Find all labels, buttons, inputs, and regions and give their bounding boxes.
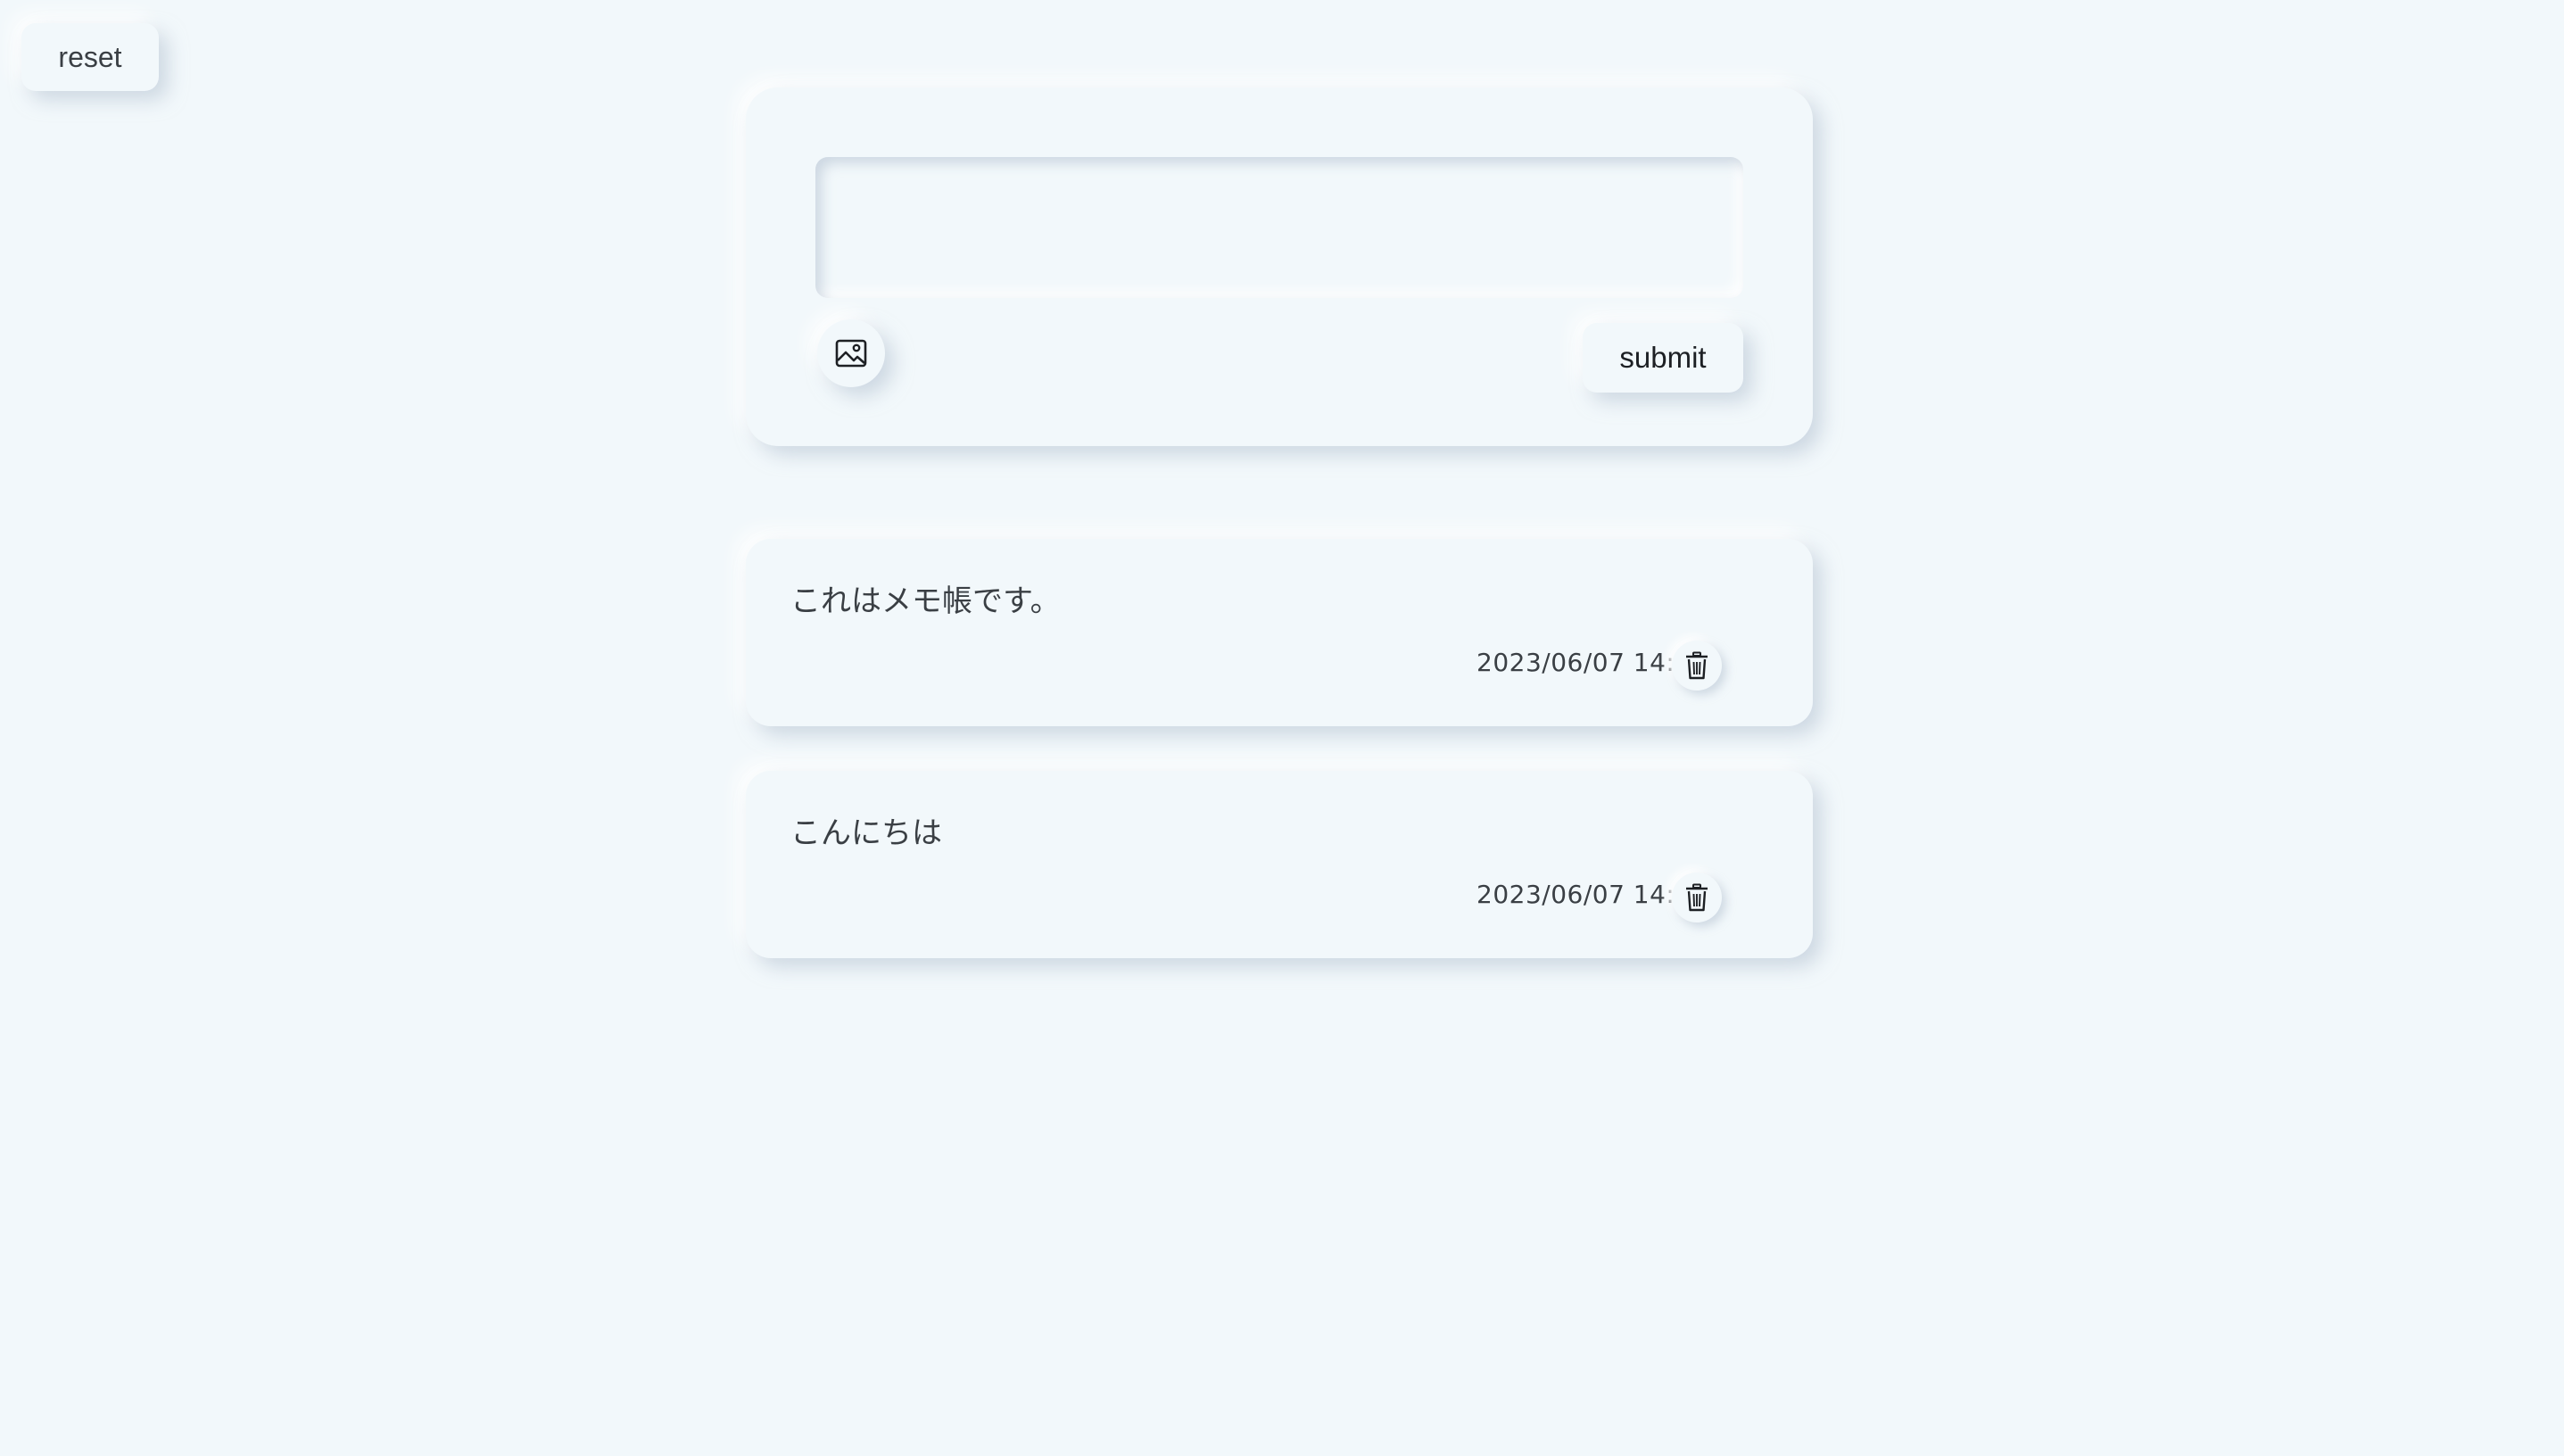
memo-card: これはメモ帳です。 2023/06/07 14:09: [746, 539, 1813, 726]
memo-text: これはメモ帳です。: [790, 583, 1061, 619]
delete-memo-button[interactable]: [1672, 873, 1722, 922]
memo-input[interactable]: [815, 157, 1743, 298]
memo-composer: submit: [746, 87, 1813, 446]
memo-text: こんにちは: [790, 815, 942, 851]
image-icon: [835, 338, 867, 368]
add-image-button[interactable]: [817, 319, 885, 387]
reset-button[interactable]: reset: [21, 23, 159, 91]
delete-memo-button[interactable]: [1672, 641, 1722, 691]
memo-card: こんにちは 2023/06/07 14:09: [746, 771, 1813, 958]
trash-icon: [1685, 651, 1708, 680]
trash-icon: [1685, 883, 1708, 912]
submit-button[interactable]: submit: [1583, 323, 1743, 393]
